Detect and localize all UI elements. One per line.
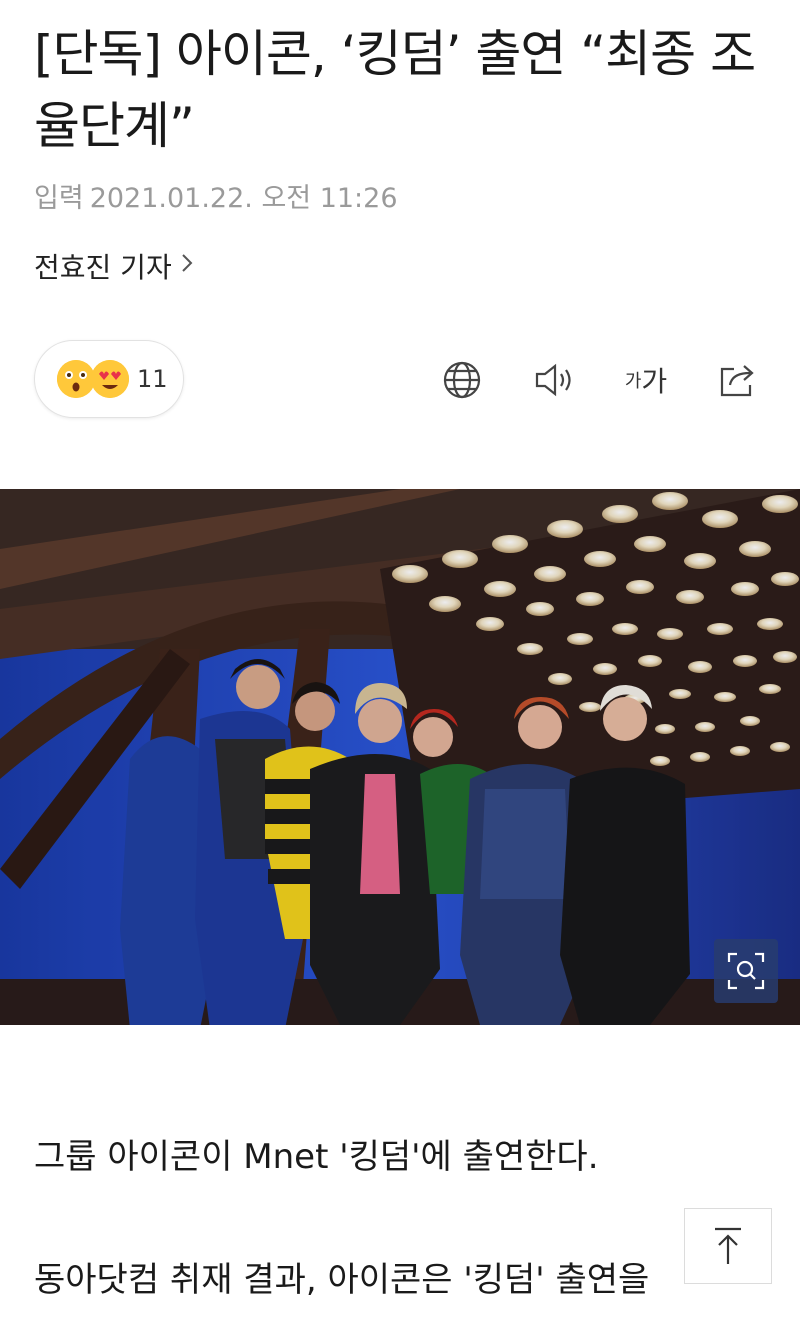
arrow-up-icon xyxy=(715,1227,741,1264)
font-size-icon[interactable]: 가가 xyxy=(618,352,674,408)
reaction-count: 11 xyxy=(137,365,168,393)
speaker-icon[interactable] xyxy=(526,352,582,408)
font-size-small-label: 가 xyxy=(624,371,642,392)
article-paragraph: 동아닷컴 취재 결과, 아이콘은 '킹덤' 출연을 xyxy=(34,1260,650,1300)
heart-eyes-emoji-icon xyxy=(91,360,129,398)
article-toolbar: 가가 xyxy=(398,352,766,408)
article-paragraph: 그룹 아이콘이 Mnet '킹덤'에 출연한다. xyxy=(34,1137,599,1177)
surprised-emoji-icon xyxy=(57,360,95,398)
article-photo[interactable] xyxy=(0,489,800,1025)
share-icon[interactable] xyxy=(710,352,766,408)
globe-icon[interactable] xyxy=(434,352,490,408)
date-label: 입력 xyxy=(34,183,84,214)
reporter-name: 전효진 기자 xyxy=(34,251,172,284)
photo-zoom-button[interactable] xyxy=(714,939,778,1003)
reaction-button[interactable]: 11 xyxy=(34,340,184,418)
date-value: 2021.01.22. 오전 11:26 xyxy=(89,183,398,214)
font-size-large-label: 가 xyxy=(641,365,668,398)
article-dateline: 입력 2021.01.22. 오전 11:26 xyxy=(34,176,398,215)
article-headline: [단독] 아이콘, ‘킹덤’ 출연 “최종 조율단계” xyxy=(34,25,756,155)
chevron-right-icon xyxy=(180,251,194,281)
reporter-link[interactable]: 전효진 기자 xyxy=(34,246,194,286)
scroll-to-top-button[interactable] xyxy=(684,1208,772,1284)
zoom-icon xyxy=(727,952,765,990)
